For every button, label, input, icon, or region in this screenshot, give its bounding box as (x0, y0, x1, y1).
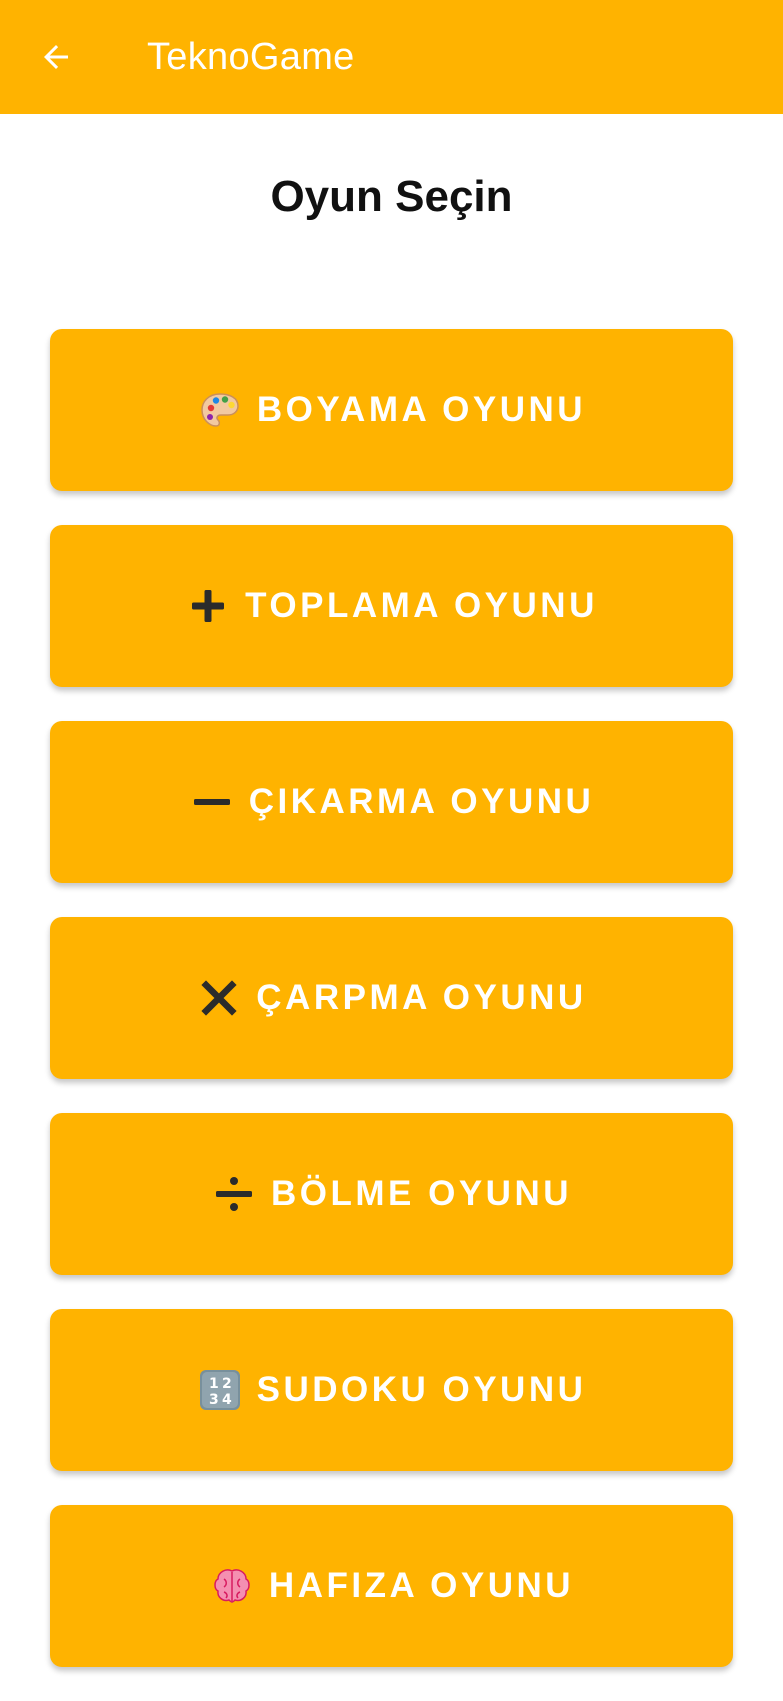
game-label: ÇARPMA OYUNU (256, 978, 587, 1017)
numbers-1234-icon: 1 2 3 4 (197, 1367, 243, 1413)
plus-icon (185, 583, 231, 629)
svg-text:1: 1 (209, 1376, 219, 1392)
page-title: Oyun Seçin (270, 172, 513, 221)
bolme-game-button[interactable]: BÖLME OYUNU (50, 1113, 733, 1275)
back-button[interactable] (32, 33, 80, 81)
svg-text:2: 2 (222, 1376, 232, 1392)
game-label: ÇIKARMA OYUNU (248, 782, 595, 821)
game-label: HAFIZA OYUNU (268, 1566, 575, 1605)
cikarma-game-button[interactable]: ÇIKARMA OYUNU (50, 721, 733, 883)
multiply-icon (196, 975, 242, 1021)
hafiza-game-button[interactable]: HAFIZA OYUNU (50, 1505, 733, 1667)
boyama-game-button[interactable]: BOYAMA OYUNU (50, 329, 733, 491)
brain-icon (209, 1563, 255, 1609)
toplama-game-button[interactable]: TOPLAMA OYUNU (50, 525, 733, 687)
minus-icon (189, 779, 235, 825)
svg-text:3: 3 (209, 1392, 219, 1408)
palette-icon (197, 387, 243, 433)
divide-icon (211, 1171, 257, 1217)
sudoku-game-button[interactable]: 1 2 3 4 SUDOKU OYUNU (50, 1309, 733, 1471)
svg-text:4: 4 (222, 1392, 232, 1408)
game-label: BÖLME OYUNU (271, 1174, 572, 1213)
arrow-left-icon (44, 45, 68, 69)
carpma-game-button[interactable]: ÇARPMA OYUNU (50, 917, 733, 1079)
game-list: BOYAMA OYUNU TOPLAMA OYUNU ÇIKARMA OYUNU… (50, 329, 733, 1701)
app-title: TeknoGame (147, 36, 355, 78)
game-label: SUDOKU OYUNU (256, 1370, 587, 1409)
game-label: TOPLAMA OYUNU (245, 586, 598, 625)
app-bar: TeknoGame (0, 0, 783, 114)
game-label: BOYAMA OYUNU (256, 390, 587, 429)
